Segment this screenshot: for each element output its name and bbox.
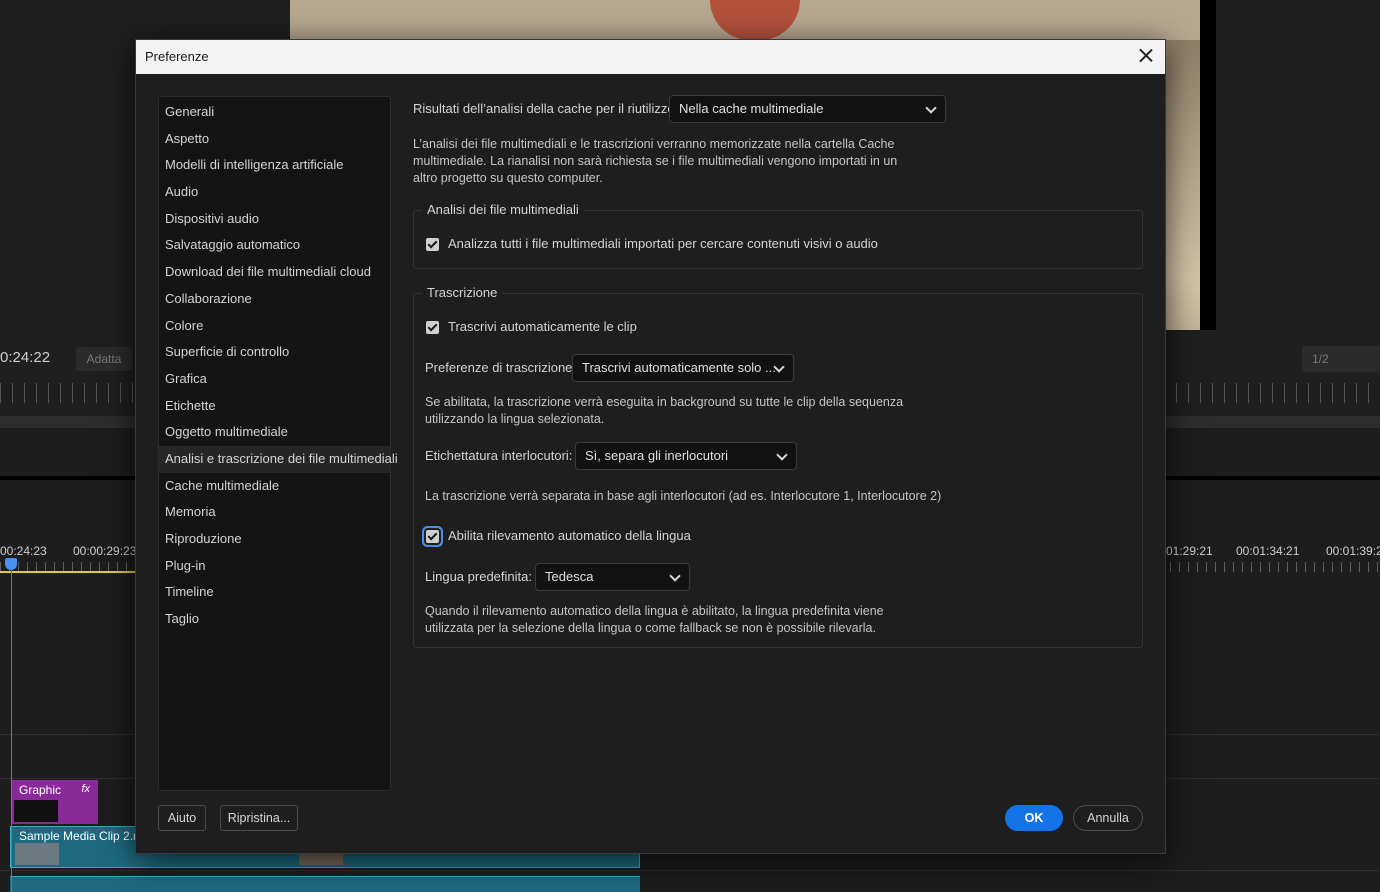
sidebar-item-cloud-download[interactable]: Download dei file multimediali cloud (159, 259, 390, 286)
playhead-line[interactable] (11, 562, 12, 892)
clip-thumbnail (15, 843, 59, 865)
description-line: Se abilitata, la trascrizione verrà eseg… (425, 395, 904, 409)
sidebar-item-aspetto[interactable]: Aspetto (159, 126, 390, 153)
cache-description-line: multimediale. La rianalisi non sarà rich… (413, 154, 898, 168)
cache-description-line: altro progetto su questo computer. (413, 171, 603, 185)
sidebar-item-timeline[interactable]: Timeline (159, 579, 390, 606)
sidebar-item-labels[interactable]: Etichette (159, 393, 390, 420)
clip-thumbnail (14, 800, 58, 822)
default-language-value: Tedesca (545, 569, 594, 584)
ok-button[interactable]: OK (1005, 805, 1063, 831)
default-language-label: Lingua predefinita: (425, 569, 532, 584)
sidebar-item-ai-models[interactable]: Modelli di intelligenza artificiale (159, 152, 390, 179)
sidebar-item-media[interactable]: Oggetto multimediale (159, 419, 390, 446)
speaker-description: La trascrizione verrà separata in base a… (425, 489, 942, 503)
group-title: Analisi dei file multimediali (422, 202, 584, 217)
media-analysis-group: Analisi dei file multimediali Analizza t… (413, 202, 1143, 269)
help-button[interactable]: Aiuto (158, 805, 206, 831)
chevron-down-icon (669, 570, 681, 582)
group-title: Trascrizione (422, 285, 503, 300)
sidebar-item-generali[interactable]: Generali (159, 99, 390, 126)
audio-clip[interactable] (10, 876, 640, 892)
auto-language-detection-label[interactable]: Abilita rilevamento automatico della lin… (448, 528, 691, 543)
timeline-time-label: 00:01:34:21 (1236, 544, 1300, 558)
reset-button[interactable]: Ripristina... (220, 805, 298, 831)
auto-transcribe-checkbox[interactable] (426, 321, 439, 334)
cache-results-select[interactable]: Nella cache multimediale (669, 95, 946, 123)
speaker-label-value: Sì, separa gli inerlocutori (585, 448, 729, 463)
cache-results-value: Nella cache multimediale (679, 101, 824, 116)
sidebar-item-playback[interactable]: Riproduzione (159, 526, 390, 553)
description-line: utilizzando la lingua selezionata. (425, 412, 605, 426)
sidebar-item-graphics[interactable]: Grafica (159, 366, 390, 393)
timeline-time-label: 01:29:21 (1166, 544, 1213, 558)
description-line: Quando il rilevamento automatico della l… (425, 604, 884, 618)
preferences-sidebar: Generali Aspetto Modelli di intelligenza… (158, 96, 398, 791)
preview-edge (1200, 0, 1216, 330)
chevron-down-icon (925, 102, 937, 114)
track-divider (0, 870, 1380, 871)
cache-description-line: L’analisi dei file multimediali e le tra… (413, 137, 895, 151)
close-icon[interactable] (1135, 45, 1157, 67)
auto-language-detection-checkbox[interactable] (426, 530, 439, 543)
chevron-down-icon (776, 449, 788, 461)
clip-label: Sample Media Clip 2.m (19, 829, 144, 843)
transcription-group: Trascrizione Trascrivi automaticamente l… (413, 285, 1143, 648)
resolution-select[interactable]: 1/2 (1302, 346, 1380, 372)
language-description: Quando il rilevamento automatico della l… (425, 603, 985, 637)
sidebar-item-audio-devices[interactable]: Dispositivi audio (159, 206, 390, 233)
speaker-label-label: Etichettatura interlocutori: (425, 448, 573, 463)
clip-label: Graphic (19, 783, 62, 797)
analyze-media-checkbox[interactable] (426, 238, 439, 251)
graphic-clip[interactable]: Graphic fx (12, 780, 98, 824)
analyze-media-label[interactable]: Analizza tutti i file multimediali impor… (448, 236, 878, 251)
dialog-title: Preferenze (145, 49, 209, 64)
timeline-time-label: 00:00:29:23 (73, 544, 137, 558)
sidebar-item-audio[interactable]: Audio (159, 179, 390, 206)
transcription-pref-description: Se abilitata, la trascrizione verrà eseg… (425, 394, 985, 428)
zoom-fit-select[interactable]: Adatta (76, 347, 132, 371)
sidebar-item-control-surface[interactable]: Superficie di controllo (159, 339, 390, 366)
timeline-time-label: 00:01:39:2 (1326, 544, 1380, 558)
sidebar-item-media-analysis[interactable]: Analisi e trascrizione dei file multimed… (159, 445, 398, 473)
transcription-pref-value: Trascrivi automaticamente solo ... (582, 360, 776, 375)
playhead-timecode[interactable]: 0:24:22 (0, 349, 50, 366)
sidebar-item-collaboration[interactable]: Collaborazione (159, 286, 390, 313)
sidebar-item-plugins[interactable]: Plug-in (159, 553, 390, 580)
preferences-dialog: Preferenze Generali Aspetto Modelli di i… (135, 39, 1166, 854)
sidebar-item-memory[interactable]: Memoria (159, 499, 390, 526)
sidebar-item-color[interactable]: Colore (159, 313, 390, 340)
transcription-pref-label: Preferenze di trascrizione: (425, 360, 577, 375)
transcription-pref-select[interactable]: Trascrivi automaticamente solo ... (572, 354, 794, 382)
cancel-button[interactable]: Annulla (1073, 805, 1143, 831)
auto-transcribe-label[interactable]: Trascrivi automaticamente le clip (448, 319, 637, 334)
cache-description: L’analisi dei file multimediali e le tra… (413, 136, 933, 187)
work-area-bar[interactable] (0, 571, 136, 573)
speaker-label-select[interactable]: Sì, separa gli inerlocutori (575, 442, 797, 470)
sidebar-item-autosave[interactable]: Salvataggio automatico (159, 232, 390, 259)
sidebar-item-media-cache[interactable]: Cache multimediale (159, 473, 390, 500)
playhead-handle[interactable] (5, 558, 17, 570)
sidebar-item-trim[interactable]: Taglio (159, 606, 390, 633)
cache-results-label: Risultati dell’analisi della cache per i… (413, 101, 679, 116)
dialog-titlebar[interactable]: Preferenze (136, 40, 1165, 74)
description-line: utilizzata per la selezione della lingua… (425, 621, 876, 635)
timeline-time-label: 00:24:23 (0, 544, 47, 558)
fx-badge: fx (81, 783, 90, 795)
default-language-select[interactable]: Tedesca (535, 563, 690, 591)
